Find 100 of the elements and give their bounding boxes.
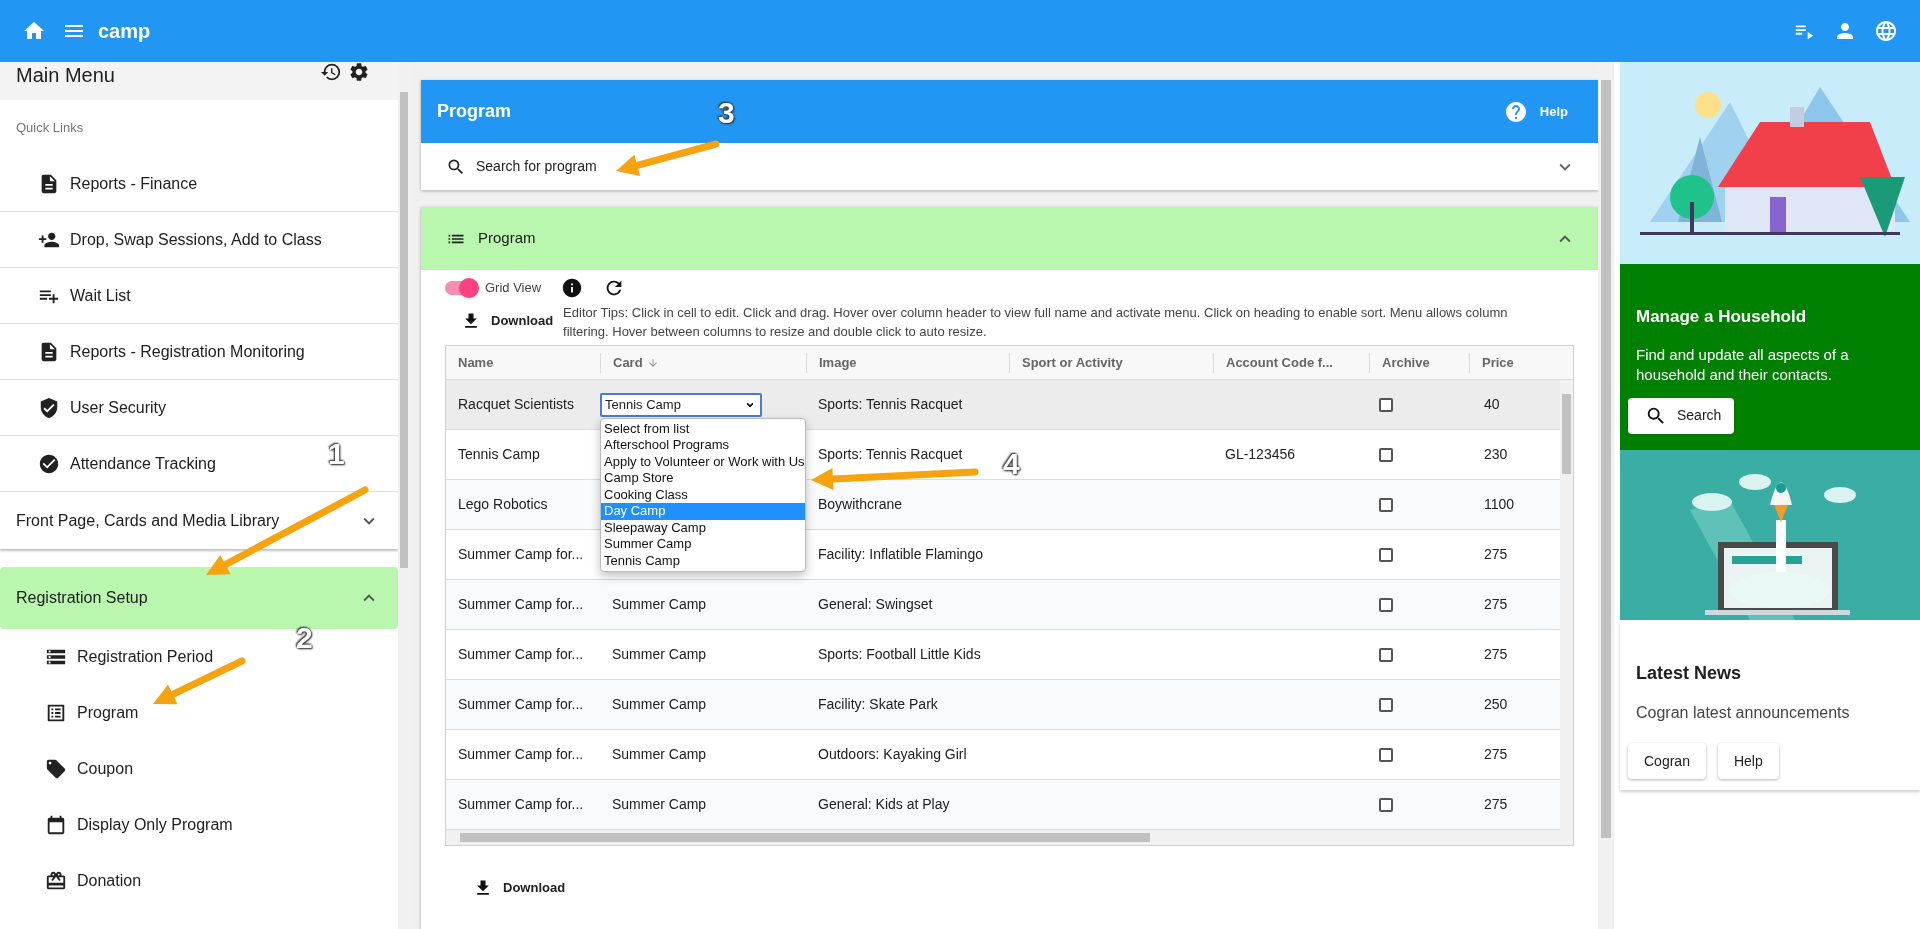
table-cell: Sports: Football Little Kids	[818, 646, 981, 662]
dropdown-option[interactable]: Cooking Class	[601, 486, 805, 503]
column-header[interactable]: Image	[819, 352, 857, 373]
grid-view-toggle[interactable]	[445, 278, 479, 298]
table-cell: Summer Camp	[612, 596, 707, 612]
search-button[interactable]: Search	[1628, 397, 1734, 434]
table-cell: 275	[1484, 546, 1508, 562]
menu-item[interactable]: Donation	[37, 863, 150, 899]
settings-button[interactable]	[348, 62, 370, 83]
panel-title: Program	[437, 100, 512, 123]
table-cell: Summer Camp	[612, 796, 707, 812]
news-link-button[interactable]: Cogran	[1628, 743, 1706, 779]
annotation-number: 1	[328, 439, 345, 469]
archive-checkbox[interactable]	[1379, 597, 1393, 612]
history-icon	[320, 62, 342, 83]
scrollbar[interactable]	[1560, 380, 1573, 830]
table-cell: Summer Camp	[612, 646, 707, 662]
menu-section[interactable]: Front Page, Cards and Media Library	[0, 492, 398, 549]
table-cell: Sports: Tennis Racquet	[818, 446, 963, 462]
info-button[interactable]	[561, 277, 584, 299]
table-cell: Summer Camp for...	[458, 796, 584, 812]
scrollbar[interactable]	[1598, 62, 1614, 929]
table-cell: Facility: Skate Park	[818, 696, 938, 712]
table-cell: 250	[1484, 696, 1508, 712]
archive-checkbox[interactable]	[1379, 697, 1393, 712]
menu-title: Main Menu	[16, 63, 115, 87]
table-row[interactable]: Summer Camp for... Summer Camp General: Swingset 275	[446, 580, 1560, 630]
menu-item[interactable]: Attendance Tracking	[30, 445, 224, 482]
table-cell: 275	[1484, 646, 1508, 662]
menu-item[interactable]: Registration Period	[37, 639, 222, 675]
card-select[interactable]: Tennis Camp	[600, 392, 762, 417]
archive-checkbox[interactable]	[1379, 547, 1393, 562]
column-header[interactable]: Price	[1482, 352, 1514, 373]
tag-icon	[45, 758, 67, 780]
dropdown-option[interactable]: Afterschool Programs	[601, 437, 805, 454]
archive-checkbox[interactable]	[1379, 447, 1393, 462]
table-cell: Boywithcrane	[818, 496, 903, 512]
archive-checkbox[interactable]	[1379, 647, 1393, 662]
scrollbar[interactable]	[398, 62, 410, 929]
menu-item[interactable]: User Security	[30, 389, 175, 426]
table-cell: Lego Robotics	[458, 496, 548, 512]
table-cell: 230	[1484, 446, 1508, 462]
toggle-label: Grid View	[485, 279, 542, 298]
table-cell: Facility: Inflatible Flamingo	[818, 546, 983, 562]
dropdown-option[interactable]: Summer Camp	[601, 536, 805, 553]
archive-checkbox[interactable]	[1379, 497, 1393, 512]
annotation-number: 3	[718, 98, 735, 128]
table-cell: Summer Camp	[612, 746, 707, 762]
table-cell: Summer Camp for...	[458, 596, 584, 612]
globe-icon	[1874, 19, 1898, 43]
history-button[interactable]	[320, 62, 342, 83]
settings-icon	[348, 62, 370, 83]
sort-arrow-icon	[646, 356, 659, 369]
menu-item[interactable]: Wait List	[30, 277, 139, 314]
news-link-button[interactable]: Help	[1717, 743, 1779, 779]
column-header[interactable]: Sport or Activity	[1022, 352, 1123, 373]
table-cell: 275	[1484, 746, 1508, 762]
table-cell: 40	[1484, 396, 1500, 412]
table-cell: Summer Camp for...	[458, 746, 584, 762]
table-cell: GL-123456	[1225, 446, 1296, 462]
column-header[interactable]: Card	[613, 352, 643, 373]
dropdown-option[interactable]: Tennis Camp	[601, 552, 805, 569]
menu-item[interactable]: Program	[37, 695, 147, 731]
menu-item[interactable]: Reports - Finance	[30, 165, 206, 202]
language-button[interactable]	[1874, 19, 1898, 43]
column-header[interactable]: Account Code f...	[1226, 352, 1333, 373]
accordion-header[interactable]: Program	[421, 207, 1598, 270]
table-cell: Tennis Camp	[458, 446, 540, 462]
table-cell: Summer Camp for...	[458, 646, 584, 662]
archive-checkbox[interactable]	[1379, 747, 1393, 762]
card-text: Cogran latest announcements	[1636, 703, 1851, 723]
menu-item[interactable]: Coupon	[37, 751, 142, 787]
table-cell: General: Swingset	[818, 596, 933, 612]
table-cell: Summer Camp for...	[458, 696, 584, 712]
scrollbar[interactable]	[446, 830, 1573, 845]
table-cell: Summer Camp	[612, 696, 707, 712]
download-button[interactable]: Download	[445, 307, 562, 335]
table-cell: General: Kids at Play	[818, 796, 950, 812]
menu-item[interactable]: Display Only Program	[37, 807, 241, 843]
table-cell: Summer Camp for...	[458, 546, 584, 562]
dropdown-option[interactable]: Apply to Volunteer or Work with Us	[601, 453, 805, 470]
app-title: camp	[98, 19, 151, 44]
table-cell: 1100	[1484, 496, 1515, 512]
table-row[interactable]: Summer Camp for... Summer Camp Facility: Skate Park 250	[446, 680, 1560, 730]
archive-checkbox[interactable]	[1379, 797, 1393, 812]
column-header[interactable]: Archive	[1382, 352, 1430, 373]
editor-tips: Editor Tips: Click in cell to edit. Click and drag. Hover over column header to view full name and activate menu. Click on heading to enable sort. Menu allows column filtering. Hover between columns to resize and double click to auto resize.	[563, 304, 1509, 341]
table-cell: 275	[1484, 596, 1508, 612]
table-cell: 275	[1484, 796, 1508, 812]
menu-item[interactable]: Drop, Swap Sessions, Add to Class	[30, 221, 330, 258]
section-label: Quick Links	[16, 119, 84, 138]
archive-checkbox[interactable]	[1379, 397, 1393, 412]
menu-item[interactable]: Reports - Registration Monitoring	[30, 333, 313, 370]
calendar-icon	[45, 814, 67, 836]
download-button[interactable]: Download	[471, 874, 568, 902]
table-row[interactable]: Summer Camp for... Summer Camp General: Kids at Play 275	[446, 780, 1560, 830]
column-header[interactable]: Name	[458, 352, 494, 373]
info-icon	[561, 277, 584, 299]
shield-check-icon	[38, 396, 60, 419]
table-cell: Racquet Scientists	[458, 396, 574, 412]
